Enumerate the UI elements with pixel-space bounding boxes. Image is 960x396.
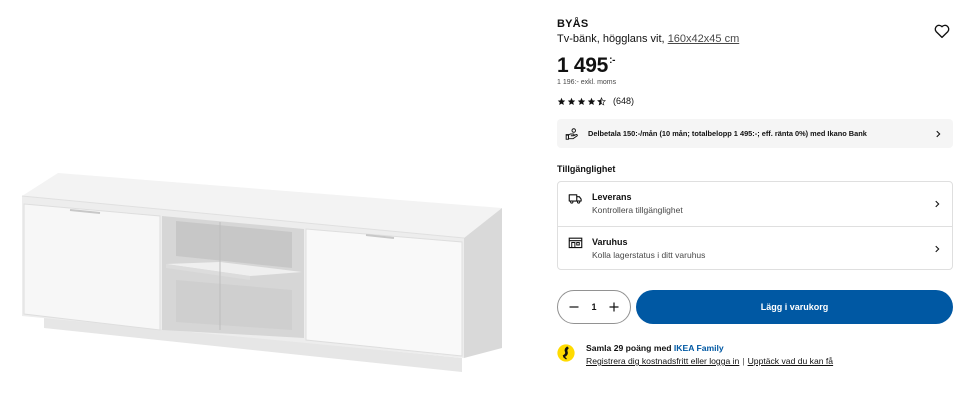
family-links: Registrera dig kostnadsfritt eller logga…	[586, 356, 833, 366]
delivery-subtext: Kontrollera tillgänglighet	[592, 205, 683, 215]
financing-text: Delbetala 150:-/mån (10 mån; totalbelopp…	[588, 129, 867, 138]
delivery-heading: Leverans	[592, 192, 632, 202]
star-icon	[567, 97, 576, 105]
quantity-value[interactable]: 1	[591, 302, 596, 312]
product-name: BYÅS	[557, 18, 589, 30]
discover-benefits-link[interactable]: Upptäck vad du kan få	[748, 356, 834, 366]
register-login-link[interactable]: Registrera dig kostnadsfritt eller logga…	[586, 356, 739, 366]
chevron-right-icon	[935, 245, 940, 252]
product-price: 1 495:-	[557, 50, 615, 78]
family-points-prefix: Samla 29 poäng med	[586, 343, 672, 353]
product-type: Tv-bänk, högglans vit,	[557, 33, 665, 45]
truck-icon	[568, 193, 582, 204]
store-icon	[568, 237, 583, 249]
availability-title: Tillgänglighet	[557, 164, 616, 174]
link-separator: |	[742, 356, 745, 366]
availability-box: Leverans Kontrollera tillgänglighet Varu…	[557, 181, 953, 270]
financing-banner[interactable]: Delbetala 150:-/mån (10 mån; totalbelopp…	[557, 119, 953, 148]
price-main: 1 495	[557, 54, 609, 77]
product-description: Tv-bänk, högglans vit, 160x42x45 cm	[557, 32, 953, 46]
rating-count: (648)	[613, 96, 635, 106]
product-rating[interactable]: (648)	[557, 96, 634, 106]
price-excluding-vat: 1 196:- exkl. moms	[557, 79, 617, 86]
store-heading: Varuhus	[592, 236, 628, 247]
star-icon	[557, 97, 566, 105]
half-star-icon	[597, 96, 606, 106]
availability-delivery-row[interactable]: Leverans Kontrollera tillgänglighet	[558, 182, 952, 226]
add-to-cart-button[interactable]: Lägg i varukorg	[636, 290, 953, 324]
plus-icon	[609, 302, 619, 312]
product-image	[21, 173, 502, 372]
product-dimensions-link[interactable]: 160x42x45 cm	[668, 33, 740, 45]
star-icon	[587, 97, 596, 105]
quantity-stepper: 1	[557, 290, 631, 324]
star-icon	[577, 97, 586, 105]
chevron-right-icon	[935, 200, 940, 208]
family-brand-name: IKEA Family	[673, 343, 724, 353]
hand-coin-icon	[565, 127, 578, 140]
price-suffix: :-	[609, 55, 616, 66]
product-header: BYÅS Tv-bänk, högglans vit, 160x42x45 cm	[557, 18, 953, 46]
family-points-text: Samla 29 poäng med IKEA Family	[586, 343, 724, 353]
minus-icon	[569, 306, 579, 308]
availability-store-row[interactable]: Varuhus Kolla lagerstatus i ditt varuhus	[558, 226, 952, 270]
decrease-quantity-button[interactable]	[567, 300, 581, 314]
store-subtext: Kolla lagerstatus i ditt varuhus	[592, 249, 706, 260]
heart-icon[interactable]	[933, 22, 951, 40]
ikea-family-icon	[557, 344, 575, 362]
chevron-right-icon	[936, 130, 941, 137]
rating-stars	[557, 96, 606, 106]
increase-quantity-button[interactable]	[607, 300, 621, 314]
